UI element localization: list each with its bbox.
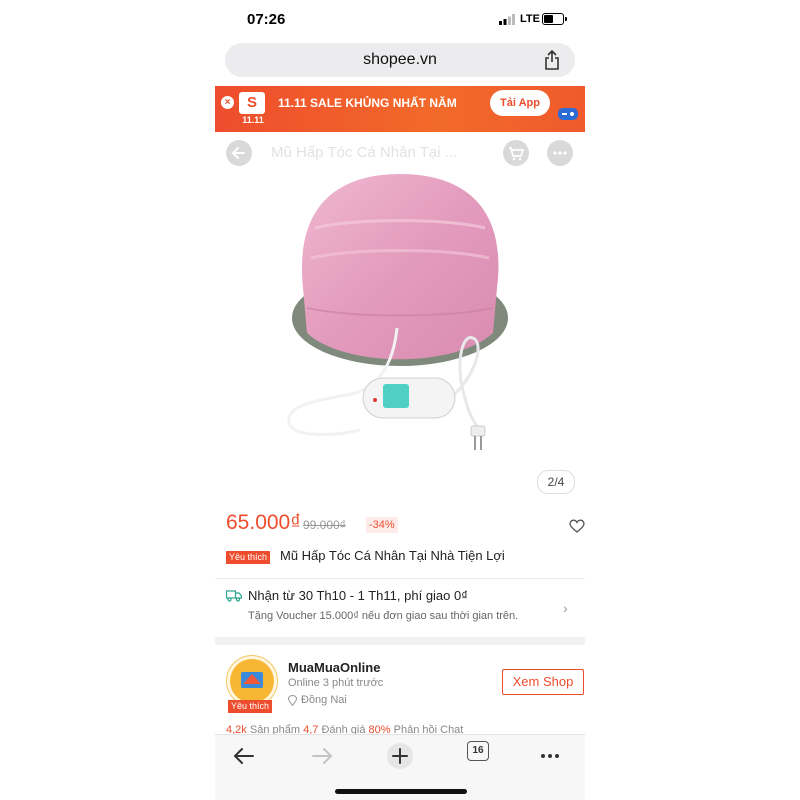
shop-online-status: Online 3 phút trước <box>288 677 384 689</box>
shop-favorite-badge: Yêu thích <box>228 700 273 713</box>
favorite-badge: Yêu thích <box>226 551 271 564</box>
image-pager: 2/4 <box>537 470 575 494</box>
original-price: 99.000₫ <box>303 518 346 532</box>
browser-toolbar: 16 <box>215 734 585 800</box>
shopee-logo-icon: S 11.11 <box>235 90 271 126</box>
app-promo-banner[interactable]: × S 11.11 11.11 SALE KHỦNG NHẤT NĂM Tải … <box>215 86 585 132</box>
banner-text: 11.11 SALE KHỦNG NHẤT NĂM <box>278 96 457 110</box>
network-type: LTE <box>520 13 540 25</box>
delivery-estimate: Nhận từ 30 Th10 - 1 Th11, phí giao 0₫ <box>248 588 468 603</box>
url-text: shopee.vn <box>363 51 437 68</box>
product-nav: Mũ Hấp Tóc Cá Nhân Tại ... <box>215 140 585 168</box>
battery-icon <box>542 13 567 25</box>
ellipsis-icon <box>553 151 567 155</box>
back-arrow-icon[interactable] <box>229 741 259 771</box>
location-pin-icon <box>288 695 297 706</box>
product-name: Mũ Hấp Tóc Cá Nhân Tại Nhà Tiện Lợi <box>280 548 505 563</box>
status-bar: 07:26 LTE <box>215 0 585 40</box>
shipping-info[interactable]: Nhận từ 30 Th10 - 1 Th11, phí giao 0₫ Tặ… <box>226 588 576 628</box>
share-icon[interactable] <box>543 50 561 70</box>
clock: 07:26 <box>247 11 286 28</box>
logo-date: 11.11 <box>242 115 264 125</box>
more-options-button[interactable] <box>547 140 573 166</box>
shop-logo-icon <box>230 659 274 703</box>
forward-arrow-icon[interactable] <box>307 741 337 771</box>
product-name-row: Yêu thích Mũ Hấp Tóc Cá Nhân Tại Nhà Tiệ… <box>226 548 576 568</box>
divider <box>215 578 585 579</box>
download-app-button[interactable]: Tải App <box>490 90 550 116</box>
shop-name[interactable]: MuaMuaOnline <box>288 660 380 675</box>
cart-button[interactable] <box>503 140 529 166</box>
product-image[interactable] <box>275 168 525 458</box>
gamepad-icon <box>558 108 578 120</box>
voucher-note: Tặng Voucher 15.000₫ nếu đơn giao sau th… <box>248 610 519 622</box>
ellipsis-menu-icon[interactable] <box>535 741 565 771</box>
close-banner-icon[interactable]: × <box>221 96 234 109</box>
price-row: 65.000₫ 99.000₫ -34% <box>226 511 585 539</box>
new-tab-plus-icon[interactable] <box>385 741 415 771</box>
shop-location: Đồng Nai <box>301 694 347 706</box>
tabs-button[interactable]: 16 <box>467 741 489 761</box>
current-price: 65.000₫ <box>226 511 302 534</box>
arrow-left-icon <box>231 147 245 159</box>
chevron-right-icon: › <box>563 600 568 616</box>
address-bar[interactable]: shopee.vn <box>225 43 575 77</box>
product-nav-title: Mũ Hấp Tóc Cá Nhân Tại ... <box>271 144 458 161</box>
view-shop-button[interactable]: Xem Shop <box>502 669 584 695</box>
back-button[interactable] <box>226 140 252 166</box>
logo-letter: S <box>246 94 257 111</box>
heart-icon[interactable] <box>569 519 585 533</box>
cart-icon <box>509 147 524 161</box>
phone-screen: 07:26 LTE shopee.vn × S 11.11 11.11 SALE… <box>215 0 585 800</box>
shop-card[interactable]: Yêu thích MuaMuaOnline Online 3 phút trư… <box>226 655 584 715</box>
section-divider <box>215 637 585 645</box>
discount-badge: -34% <box>366 517 398 533</box>
truck-icon <box>226 590 242 602</box>
signal-icon <box>499 14 515 25</box>
home-indicator <box>335 789 467 794</box>
